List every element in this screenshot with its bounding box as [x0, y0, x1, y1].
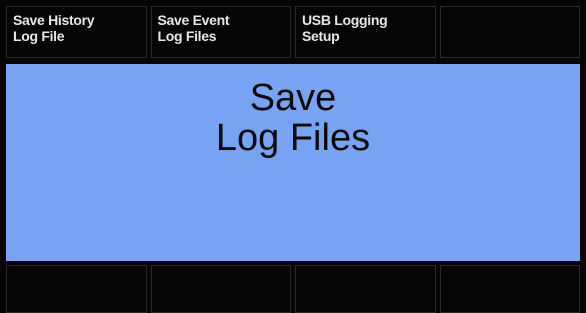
softkey-label-line1: USB Logging [302, 12, 388, 28]
bottom-softkey-2[interactable] [150, 265, 291, 313]
device-screen: Save History Log File Save Event Log Fil… [0, 0, 586, 313]
bottom-softkey-4[interactable] [439, 265, 580, 313]
bottom-softkey-bar [6, 265, 580, 313]
page-title-line1: Save [249, 77, 337, 119]
top-softkey-bar: Save History Log File Save Event Log Fil… [6, 6, 580, 58]
softkey-label-line1: Save History [13, 12, 95, 28]
bottom-softkey-3[interactable] [295, 265, 436, 313]
usb-logging-setup-softkey[interactable]: USB Logging Setup [295, 6, 436, 58]
save-history-log-file-softkey[interactable]: Save History Log File [6, 6, 147, 58]
main-display-panel: Save Log Files [6, 64, 580, 261]
top-softkey-4[interactable] [439, 6, 580, 58]
softkey-label-line2: Log Files [157, 28, 217, 44]
softkey-label-line2: Log File [13, 28, 65, 44]
bottom-softkey-1[interactable] [6, 265, 147, 313]
page-title-line2: Log Files [215, 117, 371, 159]
softkey-label-line1: Save Event [157, 12, 230, 28]
save-event-log-files-softkey[interactable]: Save Event Log Files [150, 6, 291, 58]
softkey-label-line2: Setup [302, 28, 340, 44]
